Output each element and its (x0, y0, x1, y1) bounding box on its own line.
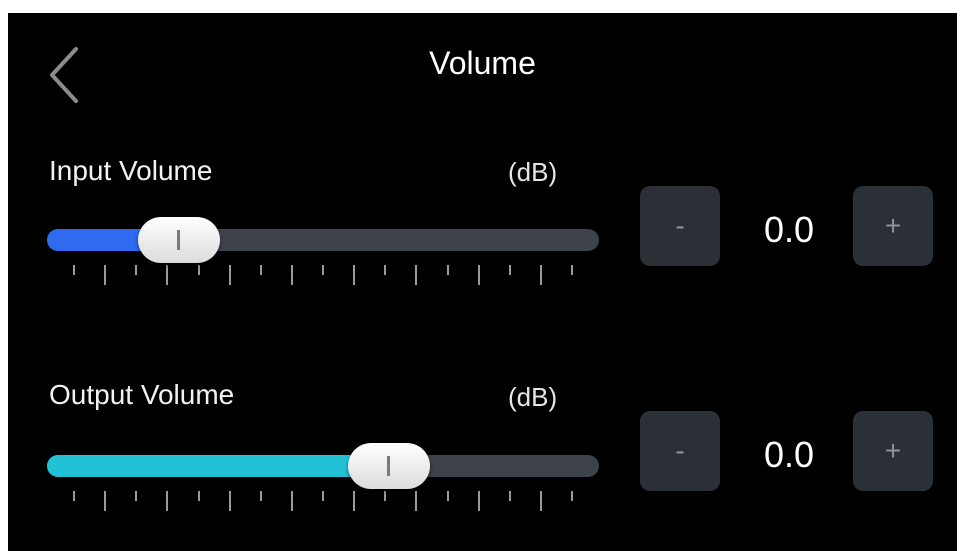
slider-tick (508, 265, 511, 275)
output-volume-unit: (dB) (508, 382, 558, 412)
slider-tick (539, 265, 542, 285)
slider-tick (446, 491, 449, 501)
slider-tick (415, 265, 418, 285)
slider-tick (197, 265, 200, 275)
input-volume-thumb[interactable] (138, 217, 221, 263)
slider-tick (571, 265, 573, 275)
slider-tick (446, 265, 449, 275)
slider-tick (322, 491, 324, 501)
page-title: Volume (429, 45, 536, 81)
slider-tick (104, 491, 107, 511)
slider-tick (571, 491, 573, 501)
output-volume-increment-button[interactable]: + (853, 411, 933, 491)
slider-tick (197, 491, 200, 501)
input-volume-label: Input Volume (49, 155, 213, 186)
slider-tick (384, 491, 387, 501)
output-volume-ticks (47, 491, 599, 515)
slider-tick (353, 491, 356, 511)
output-volume-thumb[interactable] (348, 443, 431, 489)
slider-tick (384, 265, 387, 275)
slider-tick (73, 265, 75, 275)
slider-tick (415, 491, 418, 511)
slider-tick (290, 491, 293, 511)
slider-tick (508, 491, 511, 501)
volume-screen: Volume Input Volume (dB) - 0.0 + Output … (8, 13, 957, 551)
slider-tick (259, 491, 262, 501)
output-volume-decrement-button[interactable]: - (640, 411, 720, 491)
output-volume-label: Output Volume (49, 379, 235, 410)
slider-tick (228, 265, 231, 285)
slider-tick (135, 265, 138, 275)
output-volume-fill (47, 455, 390, 477)
output-volume-slider[interactable] (47, 443, 599, 533)
input-volume-unit: (dB) (508, 157, 558, 187)
thumb-grip (387, 456, 391, 476)
input-volume-slider[interactable] (47, 217, 599, 307)
slider-tick (539, 491, 542, 511)
slider-tick (135, 491, 138, 501)
slider-tick (322, 265, 324, 275)
output-volume-value: 0.0 (763, 434, 815, 475)
slider-tick (477, 265, 480, 285)
input-volume-ticks (47, 265, 599, 289)
slider-tick (73, 491, 75, 501)
slider-tick (166, 265, 169, 285)
slider-tick (259, 265, 262, 275)
slider-tick (477, 491, 480, 511)
input-volume-value: 0.0 (763, 209, 815, 250)
input-volume-increment-button[interactable]: + (853, 186, 933, 266)
thumb-grip (177, 230, 181, 250)
slider-tick (104, 265, 107, 285)
slider-tick (228, 491, 231, 511)
slider-tick (353, 265, 356, 285)
slider-tick (166, 491, 169, 511)
slider-tick (290, 265, 293, 285)
input-volume-decrement-button[interactable]: - (640, 186, 720, 266)
